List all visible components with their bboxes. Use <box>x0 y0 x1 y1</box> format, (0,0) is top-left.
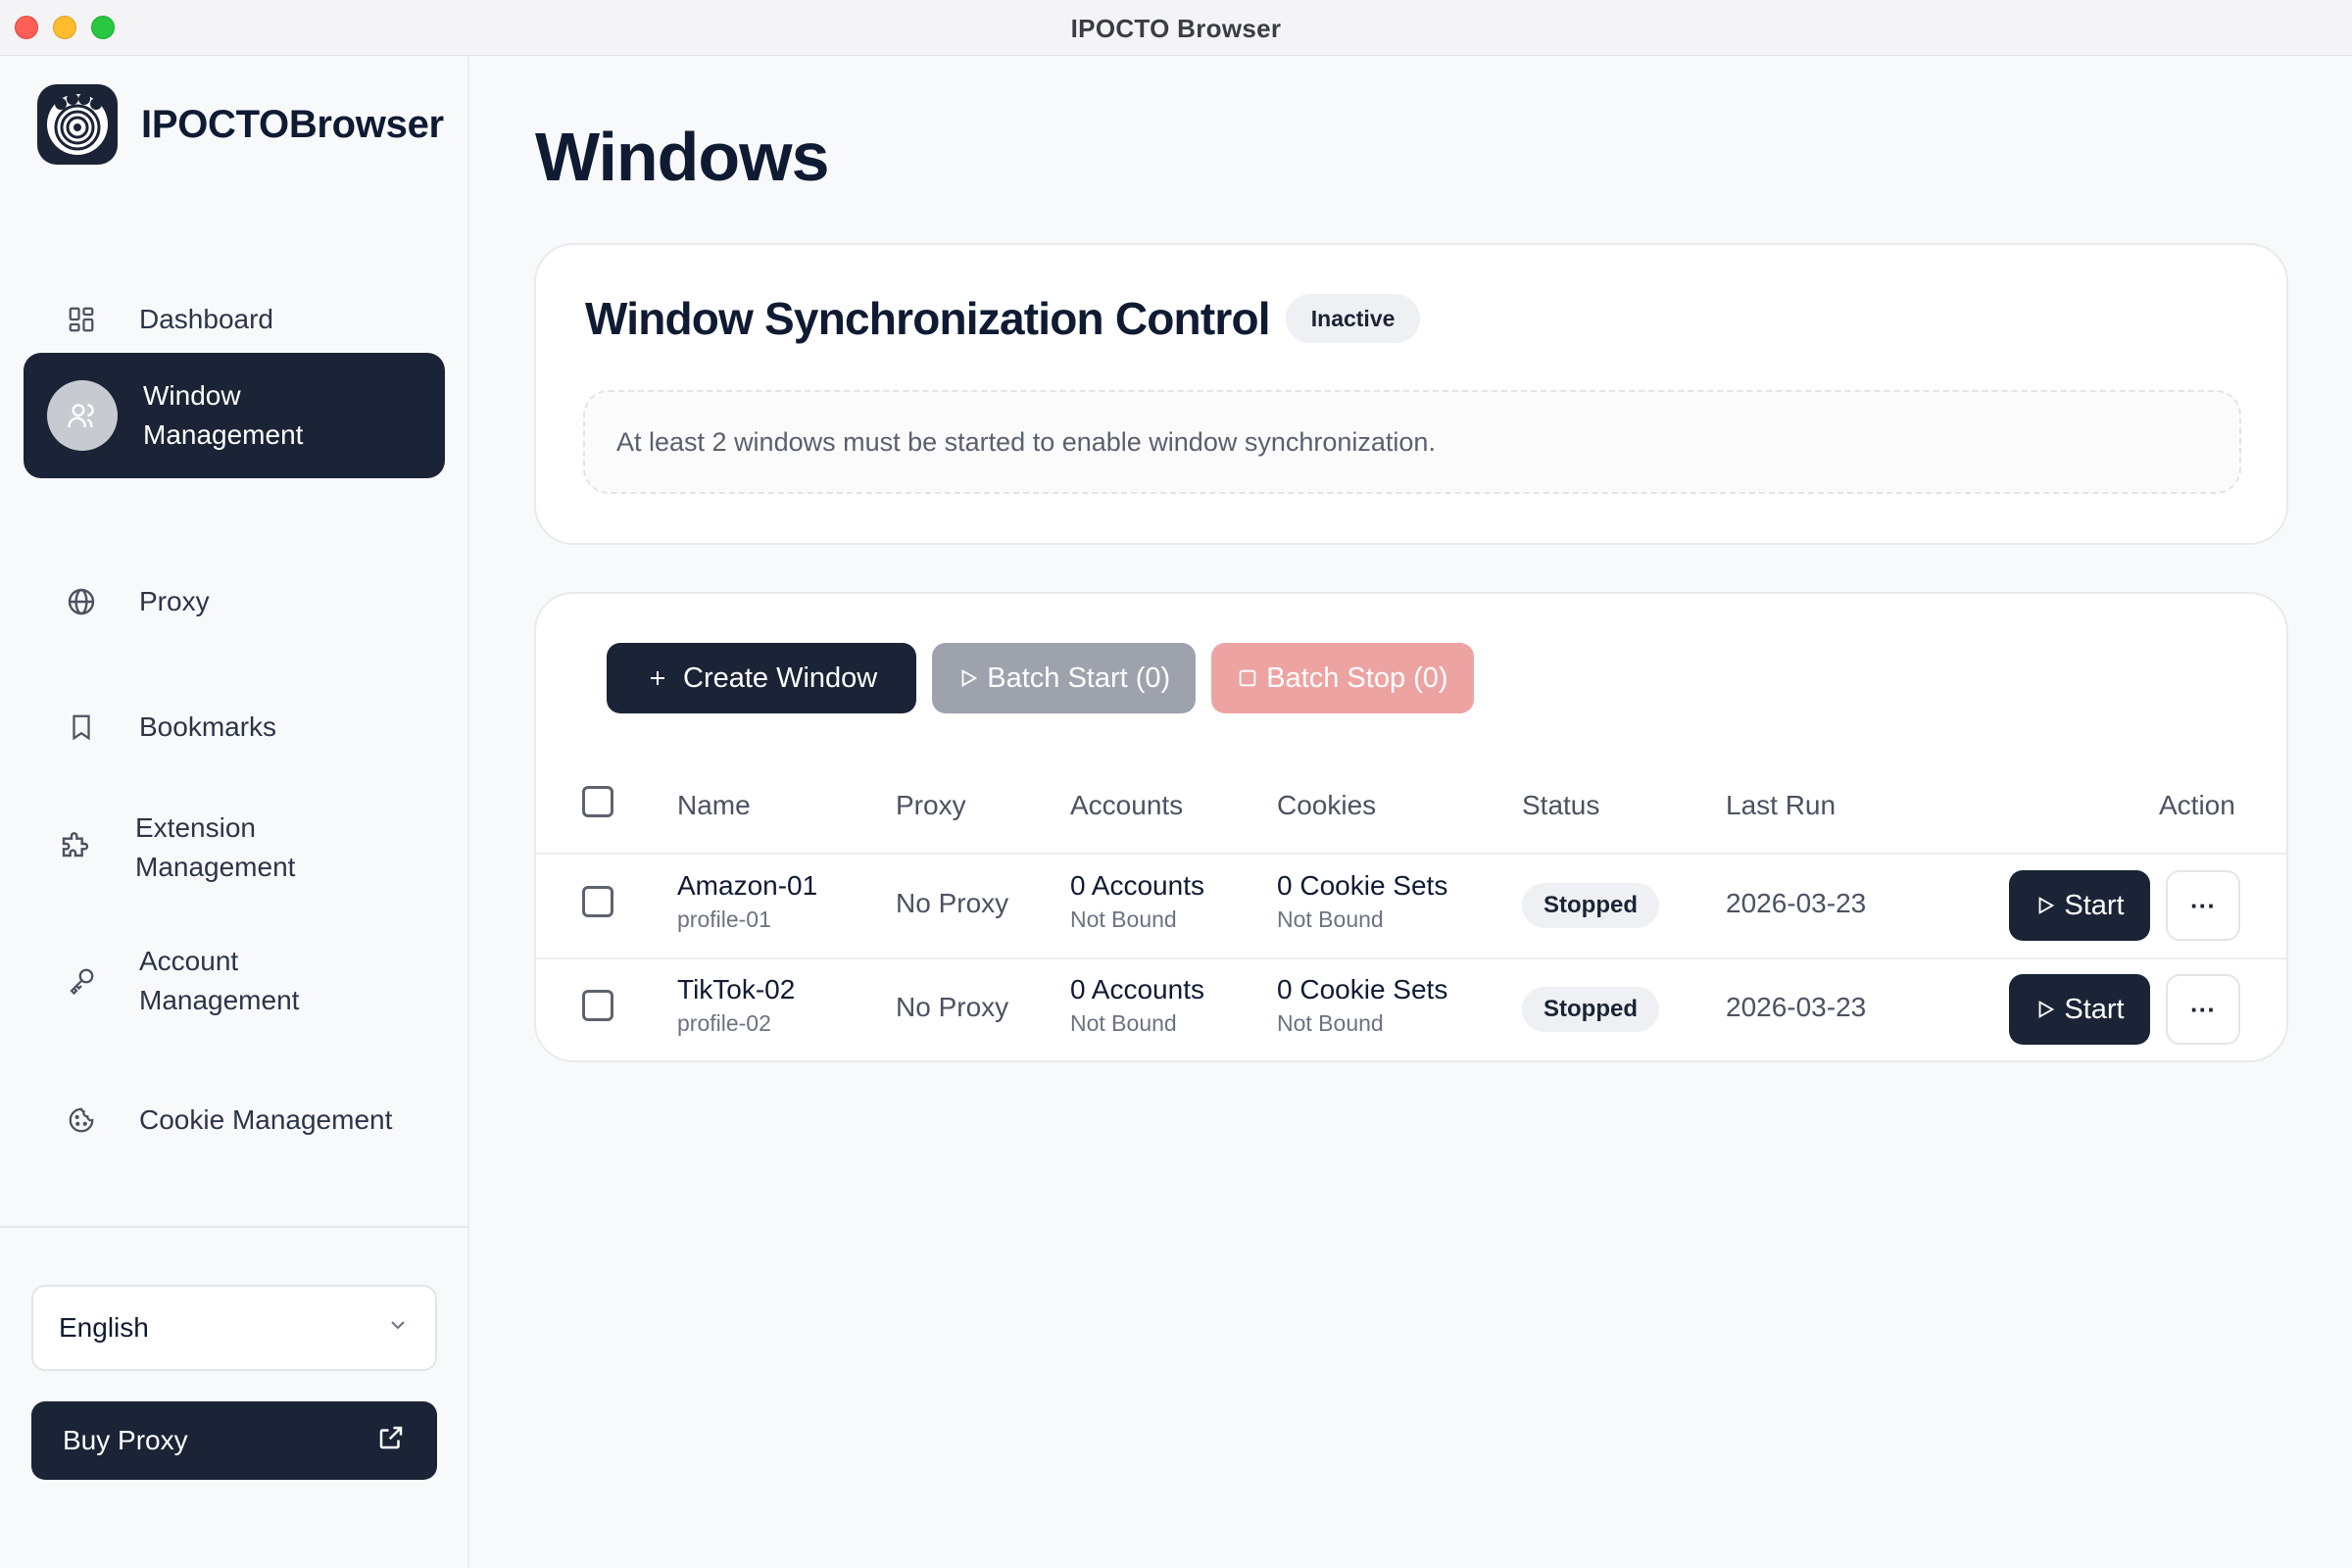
create-window-button[interactable]: Create Window <box>607 643 917 713</box>
cookies-count: 0 Cookie Sets <box>1277 974 1448 1004</box>
language-selected-value: English <box>59 1312 149 1343</box>
cookies-binding: Not Bound <box>1277 1010 1384 1036</box>
sync-heading: Window Synchronization Control Inactive <box>585 292 1421 345</box>
column-header-accounts[interactable]: Accounts <box>1070 790 1183 821</box>
sidebar-item-cookie-management[interactable]: Cookie Management <box>24 1086 445 1154</box>
dashboard-grid-icon <box>53 291 110 348</box>
sidebar-item-dashboard[interactable]: Dashboard <box>24 285 445 354</box>
start-label: Start <box>2064 993 2125 1025</box>
brand-logo-icon <box>37 84 118 165</box>
create-window-label: Create Window <box>683 662 878 694</box>
cookie-icon <box>53 1092 110 1149</box>
proxy-cell: No Proxy <box>896 992 1009 1022</box>
more-actions-button[interactable]: ··· <box>2166 974 2240 1045</box>
key-icon <box>53 953 110 1009</box>
sidebar-item-proxy[interactable]: Proxy <box>24 567 445 636</box>
chevron-down-icon <box>386 1312 410 1344</box>
column-header-name[interactable]: Name <box>677 790 751 821</box>
proxy-cell: No Proxy <box>896 888 1009 918</box>
external-link-icon <box>376 1423 406 1459</box>
sidebar-item-label: Bookmarks <box>139 711 277 742</box>
cookies-binding: Not Bound <box>1277 906 1384 932</box>
play-icon <box>2034 999 2056 1020</box>
bookmark-icon <box>53 699 110 756</box>
column-header-cookies[interactable]: Cookies <box>1277 790 1376 821</box>
sidebar-item-label: Account Management <box>139 946 300 1015</box>
status-badge: Stopped <box>1522 883 1659 928</box>
sidebar-item-account-management[interactable]: Account Management <box>24 932 445 1030</box>
window-profile: profile-02 <box>677 1010 771 1036</box>
play-icon <box>957 667 979 689</box>
batch-stop-label: Batch Stop (0) <box>1266 662 1448 694</box>
row-checkbox[interactable] <box>582 990 613 1021</box>
buy-proxy-label: Buy Proxy <box>63 1425 188 1455</box>
window-name-cell[interactable]: Amazon-01 profile-01 <box>677 869 817 936</box>
table-toolbar: Create Window Batch Start (0) Batch Stop… <box>607 643 1490 713</box>
accounts-cell: 0 Accounts Not Bound <box>1070 973 1204 1040</box>
windows-table-card: Create Window Batch Start (0) Batch Stop… <box>534 592 2288 1062</box>
language-select[interactable]: English <box>31 1285 437 1371</box>
accounts-count: 0 Accounts <box>1070 870 1204 901</box>
brand[interactable]: IPOCTOBrowser <box>37 84 444 165</box>
sync-title: Window Synchronization Control <box>585 293 1271 344</box>
accounts-binding: Not Bound <box>1070 1010 1177 1036</box>
accounts-binding: Not Bound <box>1070 906 1177 932</box>
row-checkbox[interactable] <box>582 886 613 917</box>
status-badge: Stopped <box>1522 987 1659 1032</box>
puzzle-icon <box>47 819 104 876</box>
sync-control-card: Window Synchronization Control Inactive … <box>534 243 2288 545</box>
title-bar: IPOCTO Browser <box>0 0 2352 56</box>
column-header-last-run[interactable]: Last Run <box>1726 790 1836 821</box>
users-icon <box>47 380 118 451</box>
window-profile: profile-01 <box>677 906 771 932</box>
accounts-count: 0 Accounts <box>1070 974 1204 1004</box>
sidebar-item-label: Window Management <box>143 380 304 450</box>
accounts-cell: 0 Accounts Not Bound <box>1070 869 1204 936</box>
more-icon: ··· <box>2166 870 2240 941</box>
column-header-status[interactable]: Status <box>1522 790 1599 821</box>
app-window: IPOCTO Browser IPOCTOBrowser Dashboard W… <box>0 0 2352 1568</box>
batch-stop-button[interactable]: Batch Stop (0) <box>1211 643 1474 713</box>
sync-status-badge: Inactive <box>1285 294 1421 343</box>
sidebar-item-label: Extension Management <box>135 812 296 882</box>
start-button[interactable]: Start <box>2009 870 2150 941</box>
play-icon <box>2034 895 2056 916</box>
cookies-count: 0 Cookie Sets <box>1277 870 1448 901</box>
column-header-action: Action <box>2159 790 2235 820</box>
status-cell: Stopped <box>1522 987 1659 1032</box>
brand-name: IPOCTOBrowser <box>141 102 444 146</box>
more-icon: ··· <box>2166 974 2240 1045</box>
window-name: Amazon-01 <box>677 870 818 901</box>
window-title: IPOCTO Browser <box>1070 14 1282 43</box>
start-label: Start <box>2064 889 2125 921</box>
sidebar-item-extension-management[interactable]: Extension Management <box>24 799 445 897</box>
select-all-checkbox[interactable] <box>582 786 613 817</box>
last-run-cell: 2026-03-23 <box>1726 888 1867 918</box>
cookies-cell: 0 Cookie Sets Not Bound <box>1277 869 1447 936</box>
start-button[interactable]: Start <box>2009 974 2150 1045</box>
status-cell: Stopped <box>1522 883 1659 928</box>
cookies-cell: 0 Cookie Sets Not Bound <box>1277 973 1447 1040</box>
batch-start-button[interactable]: Batch Start (0) <box>932 643 1197 713</box>
sidebar-item-window-management[interactable]: Window Management <box>24 353 445 478</box>
globe-icon <box>53 573 110 630</box>
batch-start-label: Batch Start (0) <box>987 662 1171 694</box>
row-separator <box>536 853 2286 855</box>
buy-proxy-button[interactable]: Buy Proxy <box>31 1401 437 1480</box>
sidebar-item-bookmarks[interactable]: Bookmarks <box>24 693 445 761</box>
column-header-proxy[interactable]: Proxy <box>896 790 966 821</box>
last-run-cell: 2026-03-23 <box>1726 992 1867 1022</box>
window-name-cell[interactable]: TikTok-02 profile-02 <box>677 973 795 1040</box>
sidebar-item-label: Proxy <box>139 586 210 616</box>
plus-icon <box>646 666 669 690</box>
window-name: TikTok-02 <box>677 974 796 1004</box>
sidebar-divider <box>0 1226 469 1228</box>
stop-square-icon <box>1237 667 1258 689</box>
sidebar-item-label: Dashboard <box>139 304 273 334</box>
row-separator <box>536 957 2286 959</box>
sidebar-item-label: Cookie Management <box>139 1104 393 1135</box>
page-title: Windows <box>535 119 830 195</box>
sync-note: At least 2 windows must be started to en… <box>583 390 2241 494</box>
more-actions-button[interactable]: ··· <box>2166 870 2240 941</box>
